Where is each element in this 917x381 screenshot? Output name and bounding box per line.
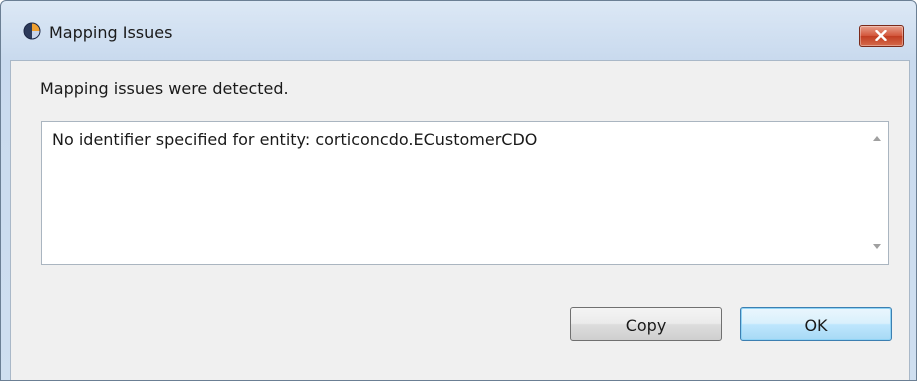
ok-button[interactable]: OK (740, 307, 892, 341)
vertical-scrollbar[interactable] (868, 122, 888, 264)
dialog-body: Mapping issues were detected. No identif… (10, 60, 910, 380)
close-button[interactable] (859, 25, 904, 47)
scroll-up-arrow-icon[interactable] (873, 136, 881, 141)
status-message: Mapping issues were detected. (40, 79, 289, 98)
eclipse-app-icon[interactable] (23, 22, 41, 40)
issue-line: No identifier specified for entity: cort… (52, 130, 538, 149)
window-title: Mapping Issues (49, 23, 173, 42)
issues-text-area[interactable]: No identifier specified for entity: cort… (41, 121, 889, 265)
close-x-icon (875, 30, 887, 41)
title-bar[interactable]: Mapping Issues (1, 1, 916, 61)
scroll-down-arrow-icon[interactable] (873, 244, 881, 249)
mapping-issues-dialog: Mapping Issues Mapping issues were detec… (0, 0, 917, 381)
copy-button[interactable]: Copy (570, 307, 722, 341)
